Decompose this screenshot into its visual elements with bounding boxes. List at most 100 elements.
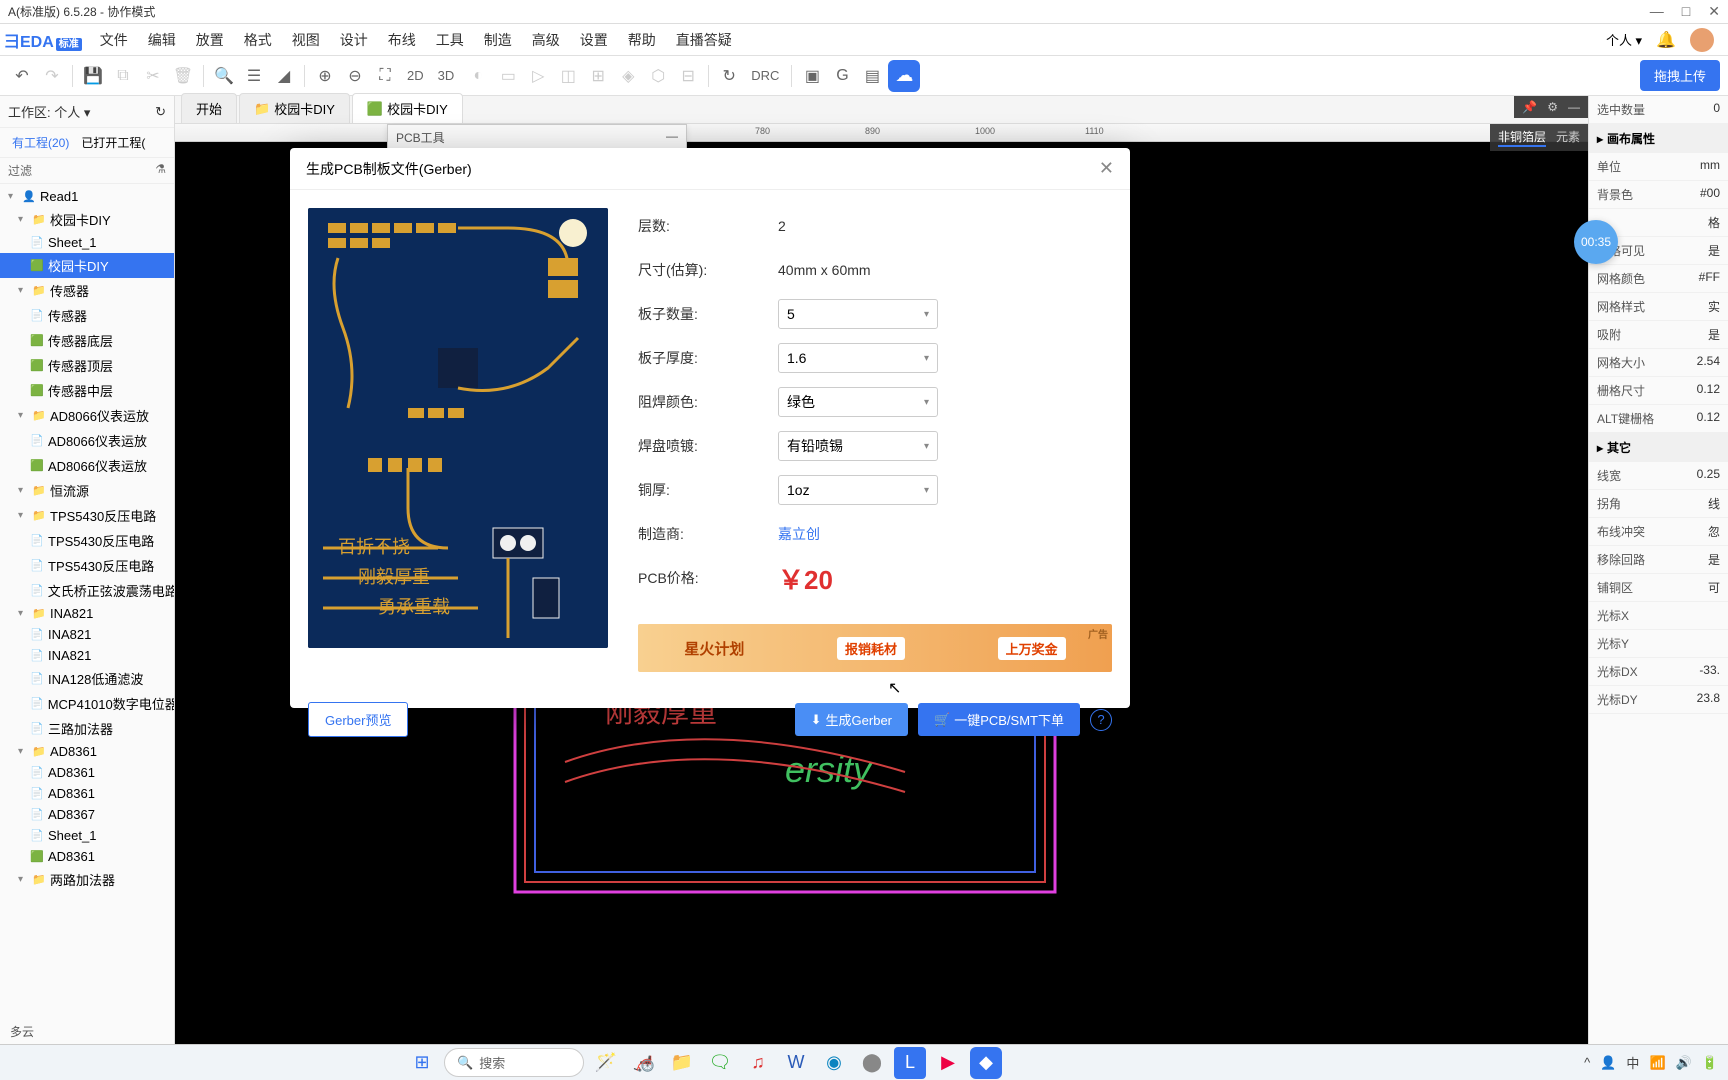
mode-3d[interactable]: 3D [432, 68, 461, 83]
menu-settings[interactable]: 设置 [570, 26, 618, 54]
tool-icon[interactable]: ▭ [494, 62, 522, 90]
search-icon[interactable]: 🔍 [210, 62, 238, 90]
tree-item[interactable]: 📄INA821 [0, 624, 174, 645]
delete-icon[interactable]: 🗑 [169, 62, 197, 90]
filter-icon[interactable]: ⚗ [155, 162, 166, 179]
tree-item[interactable]: 🟩校园卡DIY [0, 253, 174, 278]
personal-dropdown[interactable]: 个人 ▾ [1606, 30, 1642, 49]
tree-item[interactable]: ▾📁AD8066仪表运放 [0, 403, 174, 428]
notification-icon[interactable]: 🔔 [1656, 30, 1676, 50]
generate-gerber-button[interactable]: ⬇ 生成Gerber [795, 703, 908, 736]
dialog-close-button[interactable]: ✕ [1099, 158, 1114, 179]
menu-place[interactable]: 放置 [186, 26, 234, 54]
property-row[interactable]: 吸附是 [1589, 321, 1728, 349]
taskbar-wechat-icon[interactable]: 🗨 [704, 1047, 736, 1079]
manufacturer-link[interactable]: 嘉立创 [778, 524, 820, 544]
refresh-icon[interactable]: ↻ [715, 62, 743, 90]
tree-item[interactable]: 📄INA128低通滤波 [0, 666, 174, 691]
minimize-button[interactable]: — [1650, 3, 1664, 20]
property-row[interactable]: 单位mm [1589, 153, 1728, 181]
tab-start[interactable]: 开始 [181, 93, 237, 123]
tree-item[interactable]: 📄Sheet_1 [0, 232, 174, 253]
menu-edit[interactable]: 编辑 [138, 26, 186, 54]
property-row[interactable]: 线宽0.25 [1589, 462, 1728, 490]
start-button[interactable]: ⊞ [406, 1047, 438, 1079]
section-canvas-props[interactable]: ▸ 画布属性 [1589, 124, 1728, 153]
pin-icon[interactable]: 📌 [1522, 100, 1537, 114]
tool-icon[interactable]: ⬡ [644, 62, 672, 90]
tree-item[interactable]: 🟩传感器中层 [0, 378, 174, 403]
property-row[interactable]: 光标DX-33. [1589, 658, 1728, 686]
menu-format[interactable]: 格式 [234, 26, 282, 54]
property-row[interactable]: 背景色#00 [1589, 181, 1728, 209]
tab-elements[interactable]: 元素 [1556, 128, 1580, 147]
tree-item[interactable]: 📄TPS5430反压电路 [0, 528, 174, 553]
tool-icon[interactable]: ⊞ [584, 62, 612, 90]
tray-expand[interactable]: ^ [1584, 1055, 1590, 1070]
tree-item[interactable]: 📄AD8361 [0, 762, 174, 783]
tool-icon[interactable]: ⊟ [674, 62, 702, 90]
taskbar-search[interactable]: 🔍 搜索 [444, 1048, 584, 1077]
tree-item[interactable]: 📄AD8367 [0, 804, 174, 825]
tool-icon[interactable]: ◐ [464, 62, 492, 90]
property-row[interactable]: 网格样式实 [1589, 293, 1728, 321]
order-pcb-button[interactable]: 🛒 一键PCB/SMT下单 [918, 703, 1080, 736]
tree-item[interactable]: 🟩传感器底层 [0, 328, 174, 353]
tab-pcb-active[interactable]: 🟩校园卡DIY [352, 93, 463, 123]
tree-item[interactable]: ▾📁传感器 [0, 278, 174, 303]
tool-icon[interactable]: ▷ [524, 62, 552, 90]
property-row[interactable]: 铺铜区可 [1589, 574, 1728, 602]
tree-item[interactable]: ▾📁恒流源 [0, 478, 174, 503]
tree-item[interactable]: 🟩AD8066仪表运放 [0, 453, 174, 478]
toolbox-minimize[interactable]: — [666, 129, 678, 146]
menu-live-qa[interactable]: 直播答疑 [666, 26, 742, 54]
tree-item[interactable]: 🟩AD8361 [0, 846, 174, 867]
taskbar-word-icon[interactable]: W [780, 1047, 812, 1079]
taskbar-app-icon[interactable]: 🦽 [628, 1047, 660, 1079]
copy-icon[interactable]: ⧉ [109, 62, 137, 90]
property-row[interactable]: 光标DY23.8 [1589, 686, 1728, 714]
tray-battery-icon[interactable]: 🔋 [1702, 1055, 1718, 1071]
taskbar-app-icon[interactable]: ▶ [932, 1047, 964, 1079]
tray-wifi-icon[interactable]: 📶 [1649, 1055, 1665, 1071]
menu-design[interactable]: 设计 [330, 26, 378, 54]
property-row[interactable]: 网格颜色#FF [1589, 265, 1728, 293]
eraser-icon[interactable]: ◢ [270, 62, 298, 90]
tool-icon[interactable]: ◫ [554, 62, 582, 90]
cloud-icon[interactable]: ☁ [888, 60, 920, 92]
tab-all-projects[interactable]: 有工程(20) [6, 132, 75, 153]
section-other[interactable]: ▸ 其它 [1589, 433, 1728, 462]
drc-button[interactable]: DRC [745, 68, 785, 83]
tree-item[interactable]: 📄TPS5430反压电路 [0, 553, 174, 578]
tree-item[interactable]: ▾📁两路加法器 [0, 867, 174, 892]
tree-item[interactable]: ▾📁校园卡DIY [0, 207, 174, 232]
tab-project-folder[interactable]: 📁校园卡DIY [239, 93, 350, 123]
taskbar-edge-icon[interactable]: ◉ [818, 1047, 850, 1079]
tool-icon[interactable]: ◈ [614, 62, 642, 90]
taskbar-explorer-icon[interactable]: 📁 [666, 1047, 698, 1079]
tree-item[interactable]: 🟩传感器顶层 [0, 353, 174, 378]
menu-file[interactable]: 文件 [90, 26, 138, 54]
property-row[interactable]: 光标Y [1589, 630, 1728, 658]
property-row[interactable]: 拐角线 [1589, 490, 1728, 518]
export-icon[interactable]: ▣ [798, 62, 826, 90]
taskbar-eda-icon[interactable]: ◆ [970, 1047, 1002, 1079]
property-row[interactable]: 布线冲突忽 [1589, 518, 1728, 546]
minimize-icon[interactable]: — [1568, 100, 1580, 114]
zoom-in-icon[interactable]: ⊕ [311, 62, 339, 90]
tree-item[interactable]: 📄文氏桥正弦波震荡电路 [0, 578, 174, 603]
ad-banner[interactable]: 星火计划 报销耗材 上万奖金 广告 [638, 624, 1112, 672]
tree-item[interactable]: 📄三路加法器 [0, 716, 174, 741]
tree-item[interactable]: 📄Sheet_1 [0, 825, 174, 846]
property-row[interactable]: 栅格尺寸0.12 [1589, 377, 1728, 405]
tree-item[interactable]: ▾📁AD8361 [0, 741, 174, 762]
list-icon[interactable]: ☰ [240, 62, 268, 90]
property-row[interactable]: 移除回路是 [1589, 546, 1728, 574]
property-row[interactable]: ALT键栅格0.12 [1589, 405, 1728, 433]
cut-icon[interactable]: ✂ [139, 62, 167, 90]
user-avatar[interactable] [1690, 28, 1714, 52]
property-row[interactable]: 网格大小2.54 [1589, 349, 1728, 377]
tray-volume-icon[interactable]: 🔊 [1676, 1055, 1692, 1071]
taskbar-app-icon[interactable]: 🪄 [590, 1047, 622, 1079]
copper-select[interactable]: 1oz [778, 475, 938, 505]
